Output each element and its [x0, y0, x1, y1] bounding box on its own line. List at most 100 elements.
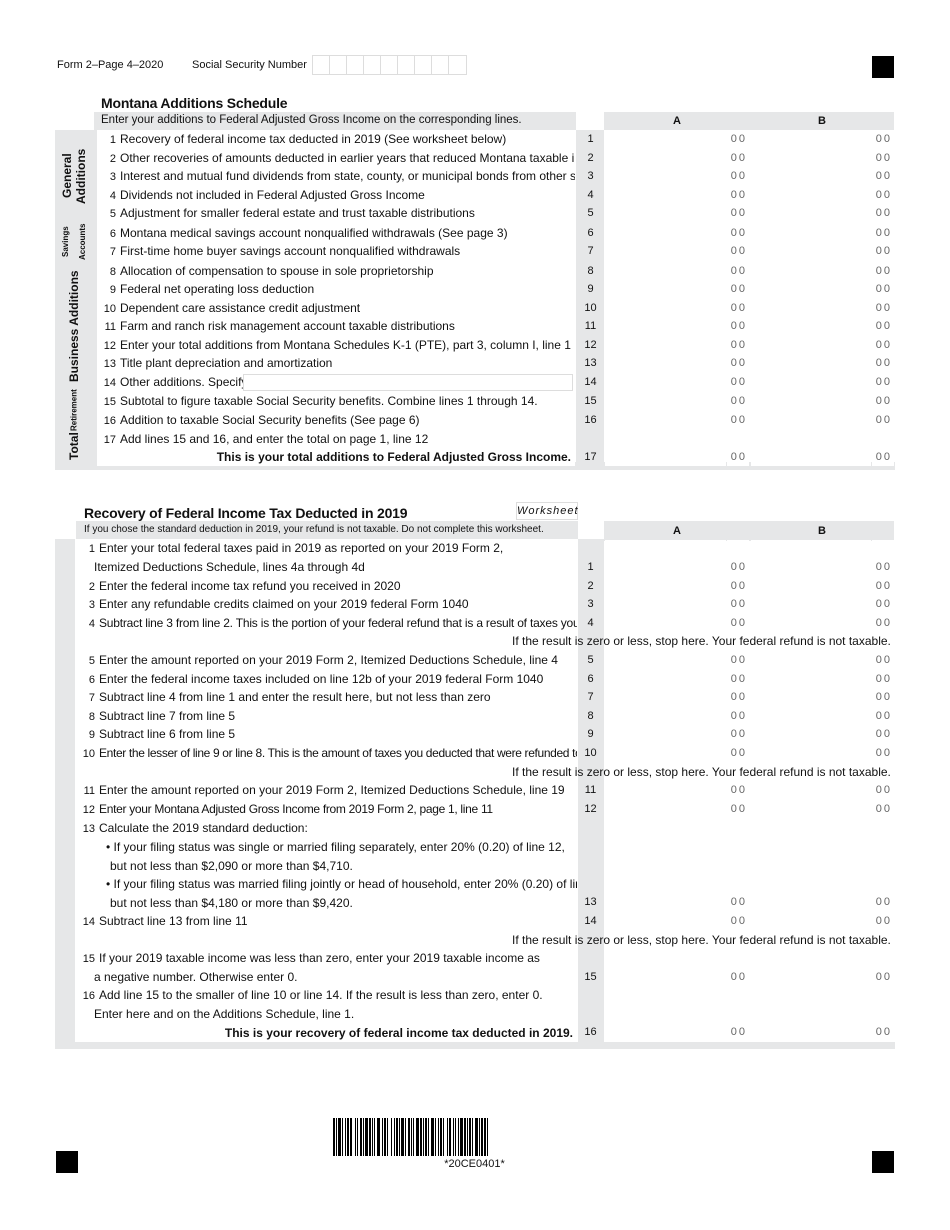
amount-column-b-input[interactable] — [751, 225, 871, 242]
amount-column-a-input[interactable] — [605, 187, 726, 204]
cents-column-b[interactable]: 00 — [872, 596, 894, 613]
cents-column-a[interactable]: 00 — [727, 913, 749, 930]
amount-column-b-input[interactable] — [751, 950, 871, 986]
amount-column-a-input[interactable] — [605, 913, 726, 930]
cents-column-a[interactable]: 00 — [727, 205, 749, 222]
cents-column-a[interactable]: 00 — [727, 263, 749, 280]
cents-column-a[interactable]: 00 — [727, 596, 749, 613]
amount-column-a-input[interactable] — [605, 318, 726, 335]
cents-column-b[interactable]: 00 — [872, 263, 894, 280]
amount-column-a-input[interactable] — [605, 263, 726, 280]
cents-column-a[interactable]: 00 — [727, 318, 749, 335]
amount-column-b-input[interactable] — [751, 708, 871, 725]
cents-column-a[interactable]: 00 — [727, 745, 749, 762]
amount-column-a-input[interactable] — [605, 615, 726, 632]
amount-column-a-input[interactable] — [605, 374, 726, 391]
amount-column-a-input[interactable] — [605, 150, 726, 167]
cents-column-a[interactable]: 00 — [727, 540, 749, 576]
cents-column-b[interactable]: 00 — [872, 578, 894, 595]
amount-column-b-input[interactable] — [751, 689, 871, 706]
amount-column-b-input[interactable] — [751, 187, 871, 204]
amount-column-a-input[interactable] — [605, 578, 726, 595]
cents-column-b[interactable]: 00 — [872, 225, 894, 242]
amount-column-b-input[interactable] — [751, 300, 871, 317]
amount-column-b-input[interactable] — [751, 150, 871, 167]
cents-column-a[interactable]: 00 — [727, 243, 749, 260]
cents-column-b[interactable]: 00 — [872, 671, 894, 688]
cents-column-a[interactable]: 00 — [727, 150, 749, 167]
amount-column-a-input[interactable] — [605, 987, 726, 1041]
ssn-digit[interactable] — [449, 56, 466, 74]
amount-column-a-input[interactable] — [605, 950, 726, 986]
ssn-digit[interactable] — [364, 56, 381, 74]
cents-column-b[interactable]: 00 — [872, 745, 894, 762]
cents-column-a[interactable]: 00 — [727, 782, 749, 799]
amount-column-a-input[interactable] — [605, 431, 726, 466]
cents-column-a[interactable]: 00 — [727, 131, 749, 148]
amount-column-a-input[interactable] — [605, 337, 726, 354]
amount-column-a-input[interactable] — [605, 801, 726, 818]
cents-column-b[interactable]: 00 — [872, 987, 894, 1041]
cents-column-a[interactable]: 00 — [727, 820, 749, 911]
cents-column-a[interactable]: 00 — [727, 801, 749, 818]
cents-column-b[interactable]: 00 — [872, 300, 894, 317]
cents-column-b[interactable]: 00 — [872, 355, 894, 372]
amount-column-a-input[interactable] — [605, 726, 726, 743]
other-additions-specify-input[interactable] — [243, 374, 573, 391]
amount-column-b-input[interactable] — [751, 205, 871, 222]
cents-column-b[interactable]: 00 — [872, 708, 894, 725]
cents-column-b[interactable]: 00 — [872, 726, 894, 743]
ssn-digit[interactable] — [415, 56, 432, 74]
amount-column-a-input[interactable] — [605, 225, 726, 242]
amount-column-b-input[interactable] — [751, 318, 871, 335]
cents-column-b[interactable]: 00 — [872, 243, 894, 260]
cents-column-a[interactable]: 00 — [727, 355, 749, 372]
amount-column-a-input[interactable] — [605, 820, 726, 911]
amount-column-b-input[interactable] — [751, 337, 871, 354]
amount-column-a-input[interactable] — [605, 745, 726, 762]
amount-column-b-input[interactable] — [751, 782, 871, 799]
amount-column-b-input[interactable] — [751, 820, 871, 911]
amount-column-b-input[interactable] — [751, 131, 871, 148]
cents-column-b[interactable]: 00 — [872, 374, 894, 391]
amount-column-b-input[interactable] — [751, 243, 871, 260]
amount-column-a-input[interactable] — [605, 355, 726, 372]
cents-column-b[interactable]: 00 — [872, 782, 894, 799]
cents-column-b[interactable]: 00 — [872, 281, 894, 298]
cents-column-b[interactable]: 00 — [872, 913, 894, 930]
amount-column-b-input[interactable] — [751, 540, 871, 576]
amount-column-a-input[interactable] — [605, 131, 726, 148]
cents-column-b[interactable]: 00 — [872, 820, 894, 911]
amount-column-a-input[interactable] — [605, 412, 726, 429]
amount-column-a-input[interactable] — [605, 689, 726, 706]
cents-column-b[interactable]: 00 — [872, 318, 894, 335]
cents-column-a[interactable]: 00 — [727, 225, 749, 242]
ssn-digit[interactable] — [398, 56, 415, 74]
cents-column-a[interactable]: 00 — [727, 708, 749, 725]
cents-column-b[interactable]: 00 — [872, 540, 894, 576]
cents-column-b[interactable]: 00 — [872, 615, 894, 632]
cents-column-b[interactable]: 00 — [872, 337, 894, 354]
amount-column-b-input[interactable] — [751, 263, 871, 280]
amount-column-b-input[interactable] — [751, 801, 871, 818]
amount-column-a-input[interactable] — [605, 540, 726, 576]
cents-column-a[interactable]: 00 — [727, 412, 749, 429]
amount-column-b-input[interactable] — [751, 578, 871, 595]
cents-column-b[interactable]: 00 — [872, 150, 894, 167]
amount-column-b-input[interactable] — [751, 355, 871, 372]
amount-column-b-input[interactable] — [751, 281, 871, 298]
amount-column-b-input[interactable] — [751, 671, 871, 688]
amount-column-a-input[interactable] — [605, 652, 726, 669]
amount-column-a-input[interactable] — [605, 205, 726, 222]
amount-column-b-input[interactable] — [751, 431, 871, 466]
amount-column-b-input[interactable] — [751, 615, 871, 632]
amount-column-b-input[interactable] — [751, 726, 871, 743]
cents-column-a[interactable]: 00 — [727, 431, 749, 466]
cents-column-a[interactable]: 00 — [727, 281, 749, 298]
ssn-digit[interactable] — [330, 56, 347, 74]
amount-column-a-input[interactable] — [605, 596, 726, 613]
amount-column-b-input[interactable] — [751, 374, 871, 391]
cents-column-a[interactable]: 00 — [727, 671, 749, 688]
ssn-digit[interactable] — [313, 56, 330, 74]
ssn-digit[interactable] — [432, 56, 449, 74]
